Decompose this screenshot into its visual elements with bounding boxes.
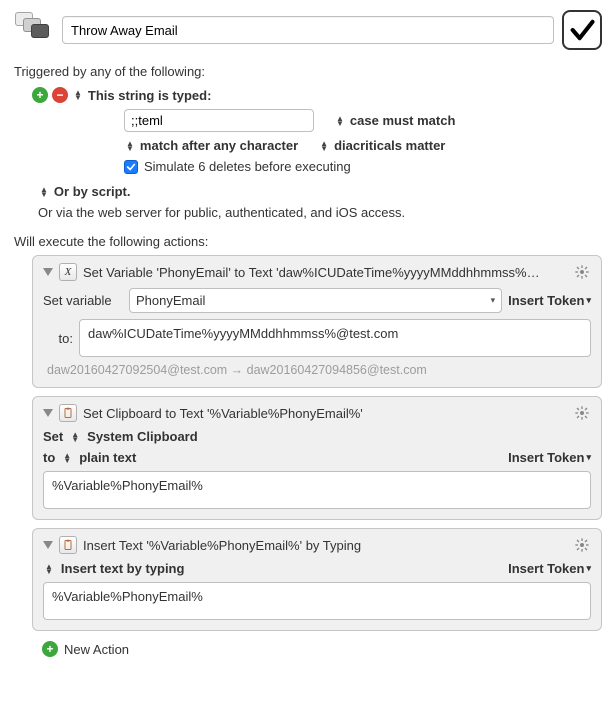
variable-icon: X (59, 263, 77, 281)
case-option-label: case must match (350, 113, 456, 128)
add-trigger-button[interactable]: + (32, 87, 48, 103)
action-gear-button[interactable] (573, 263, 591, 281)
chevron-down-icon: ▾ (491, 295, 496, 306)
insert-mode-stepper[interactable]: ▲▼ (43, 564, 55, 574)
format-label: plain text (79, 450, 136, 465)
triggers-heading: Triggered by any of the following: (14, 64, 602, 79)
insert-token-button[interactable]: Insert Token▾ (508, 450, 591, 465)
trigger-type-stepper[interactable]: ▲▼ (72, 90, 84, 100)
action-set-clipboard[interactable]: Set Clipboard to Text '%Variable%PhonyEm… (32, 396, 602, 520)
insert-mode-label: Insert text by typing (61, 561, 185, 576)
actions-heading: Will execute the following actions: (14, 234, 602, 249)
insert-token-button[interactable]: Insert Token▾ (508, 561, 591, 576)
match-after-stepper[interactable]: ▲▼ (124, 141, 136, 151)
simulate-deletes-checkbox[interactable] (124, 160, 138, 174)
set-label: Set (43, 429, 63, 444)
disclosure-icon[interactable] (43, 541, 53, 549)
variable-name-select[interactable]: PhonyEmail ▾ (129, 288, 502, 313)
remove-trigger-button[interactable]: − (52, 87, 68, 103)
new-action-button[interactable]: + New Action (42, 641, 602, 657)
simulate-deletes-label: Simulate 6 deletes before executing (144, 159, 351, 174)
disclosure-icon[interactable] (43, 409, 53, 417)
set-variable-label: Set variable (43, 293, 123, 308)
to-label: to (43, 450, 55, 465)
action-set-variable[interactable]: X Set Variable 'PhonyEmail' to Text 'daw… (32, 255, 602, 388)
enabled-toggle[interactable] (562, 10, 602, 50)
to-value-input[interactable]: daw%ICUDateTime%yyyyMMddhhmmss%@test.com (88, 326, 398, 341)
web-access-note: Or via the web server for public, authen… (38, 205, 602, 220)
action-title: Insert Text '%Variable%PhonyEmail%' by T… (83, 538, 567, 553)
action-title: Set Clipboard to Text '%Variable%PhonyEm… (83, 406, 567, 421)
result-preview: daw20160427092504@test.com → daw20160427… (43, 363, 591, 377)
disclosure-icon[interactable] (43, 268, 53, 276)
action-gear-button[interactable] (573, 536, 591, 554)
format-stepper[interactable]: ▲▼ (61, 453, 73, 463)
macro-group-icon[interactable] (14, 10, 54, 50)
insert-token-button[interactable]: Insert Token▾ (508, 293, 591, 308)
script-trigger-label: Or by script. (54, 184, 131, 199)
add-icon: + (42, 641, 58, 657)
script-trigger-stepper[interactable]: ▲▼ (38, 187, 50, 197)
to-label: to: (43, 331, 73, 346)
clipboard-target-stepper[interactable]: ▲▼ (69, 432, 81, 442)
action-insert-text[interactable]: Insert Text '%Variable%PhonyEmail%' by T… (32, 528, 602, 631)
macro-name-input[interactable] (62, 16, 554, 44)
match-after-label: match after any character (140, 138, 298, 153)
case-option-stepper[interactable]: ▲▼ (334, 116, 346, 126)
clipboard-icon (59, 404, 77, 422)
typed-string-input[interactable] (124, 109, 314, 132)
clipboard-icon (59, 536, 77, 554)
clipboard-text-input[interactable]: %Variable%PhonyEmail% (52, 478, 203, 493)
action-title: Set Variable 'PhonyEmail' to Text 'daw%I… (83, 265, 567, 280)
trigger-type-label: This string is typed: (88, 88, 212, 103)
action-gear-button[interactable] (573, 404, 591, 422)
clipboard-target-label: System Clipboard (87, 429, 198, 444)
diacriticals-label: diacriticals matter (334, 138, 445, 153)
insert-text-input[interactable]: %Variable%PhonyEmail% (52, 589, 203, 604)
diacriticals-stepper[interactable]: ▲▼ (318, 141, 330, 151)
